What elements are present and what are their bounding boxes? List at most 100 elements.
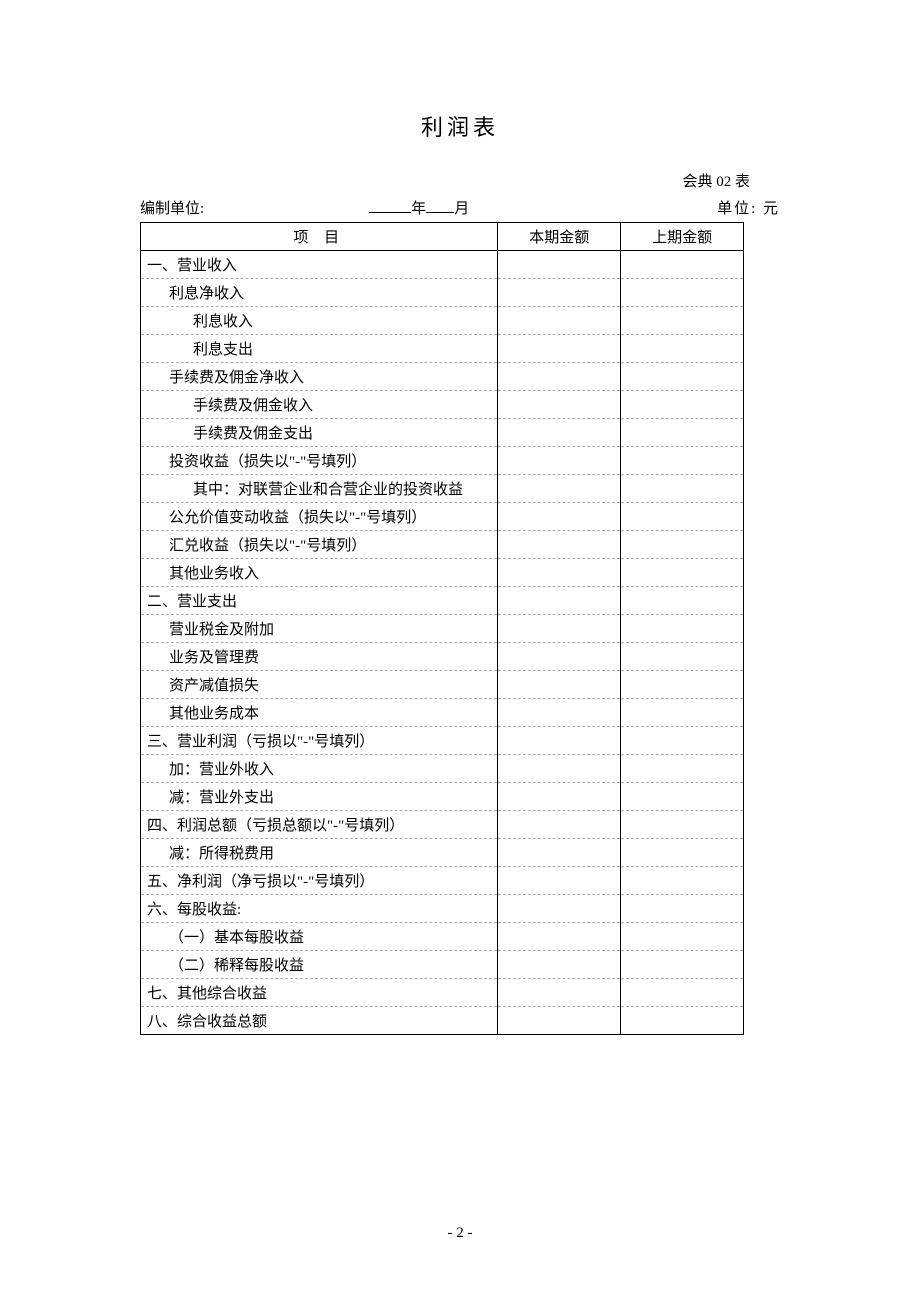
prior-amount-cell [621,839,744,867]
table-row: 其他业务收入 [141,559,744,587]
current-amount-cell [498,391,621,419]
item-cell: 利息净收入 [141,279,498,307]
item-cell: 投资收益（损失以"-"号填列） [141,447,498,475]
header-line: 编制单位: 年月 单位: 元 [140,197,780,218]
table-row: （二）稀释每股收益 [141,951,744,979]
prior-amount-cell [621,979,744,1007]
table-row: 汇兑收益（损失以"-"号填列） [141,531,744,559]
item-cell: 四、利润总额（亏损总额以"-"号填列） [141,811,498,839]
item-cell: 五、净利润（净亏损以"-"号填列） [141,867,498,895]
prior-amount-cell [621,363,744,391]
prior-amount-cell [621,1007,744,1035]
prior-amount-cell [621,279,744,307]
org-label: 编制单位: [140,197,204,218]
prior-amount-cell [621,783,744,811]
item-cell: 资产减值损失 [141,671,498,699]
item-cell: 手续费及佣金收入 [141,391,498,419]
item-cell: 其他业务成本 [141,699,498,727]
current-amount-cell [498,867,621,895]
item-cell: 三、营业利润（亏损以"-"号填列） [141,727,498,755]
prior-amount-cell [621,671,744,699]
page-number: - 2 - [0,1225,920,1242]
item-cell: 减：营业外支出 [141,783,498,811]
current-amount-cell [498,279,621,307]
table-row: 利息支出 [141,335,744,363]
table-row: 二、营业支出 [141,587,744,615]
current-amount-cell [498,503,621,531]
page-title: 利润表 [140,110,780,142]
item-cell: 加：营业外收入 [141,755,498,783]
current-amount-cell [498,699,621,727]
current-amount-cell [498,251,621,279]
current-amount-cell [498,419,621,447]
prior-amount-cell [621,923,744,951]
item-cell: 手续费及佣金支出 [141,419,498,447]
prior-amount-cell [621,531,744,559]
prior-amount-cell [621,643,744,671]
table-header-row: 项 目 本期金额 上期金额 [141,223,744,251]
table-row: 八、综合收益总额 [141,1007,744,1035]
prior-amount-cell [621,419,744,447]
item-cell: （二）稀释每股收益 [141,951,498,979]
current-amount-cell [498,951,621,979]
table-row: 利息收入 [141,307,744,335]
current-amount-cell [498,923,621,951]
current-amount-cell [498,335,621,363]
table-row: 手续费及佣金净收入 [141,363,744,391]
prior-amount-cell [621,895,744,923]
table-row: 六、每股收益: [141,895,744,923]
table-row: 投资收益（损失以"-"号填列） [141,447,744,475]
item-cell: 八、综合收益总额 [141,1007,498,1035]
table-row: 其中：对联营企业和合营企业的投资收益 [141,475,744,503]
current-amount-cell [498,783,621,811]
prior-amount-cell [621,867,744,895]
prior-amount-cell [621,811,744,839]
table-row: 资产减值损失 [141,671,744,699]
prior-amount-cell [621,755,744,783]
prior-amount-cell [621,335,744,363]
item-cell: 七、其他综合收益 [141,979,498,1007]
current-amount-cell [498,1007,621,1035]
table-row: 营业税金及附加 [141,615,744,643]
table-row: 公允价值变动收益（损失以"-"号填列） [141,503,744,531]
table-row: 减：所得税费用 [141,839,744,867]
table-row: 四、利润总额（亏损总额以"-"号填列） [141,811,744,839]
current-amount-cell [498,671,621,699]
current-amount-cell [498,559,621,587]
current-amount-cell [498,755,621,783]
table-row: 三、营业利润（亏损以"-"号填列） [141,727,744,755]
prior-amount-cell [621,251,744,279]
prior-amount-cell [621,307,744,335]
prior-amount-cell [621,391,744,419]
table-row: 七、其他综合收益 [141,979,744,1007]
table-row: 其他业务成本 [141,699,744,727]
current-amount-cell [498,475,621,503]
table-row: （一）基本每股收益 [141,923,744,951]
item-cell: 一、营业收入 [141,251,498,279]
col-prior-header: 上期金额 [621,223,744,251]
prior-amount-cell [621,699,744,727]
prior-amount-cell [621,559,744,587]
month-blank [426,198,454,213]
current-amount-cell [498,811,621,839]
item-cell: 二、营业支出 [141,587,498,615]
income-statement-table: 项 目 本期金额 上期金额 一、营业收入利息净收入利息收入利息支出手续费及佣金净… [140,222,744,1035]
prior-amount-cell [621,503,744,531]
item-cell: 业务及管理费 [141,643,498,671]
item-cell: 其他业务收入 [141,559,498,587]
current-amount-cell [498,643,621,671]
current-amount-cell [498,363,621,391]
form-code: 会典 02 表 [140,170,780,191]
item-cell: 利息收入 [141,307,498,335]
prior-amount-cell [621,447,744,475]
item-cell: 手续费及佣金净收入 [141,363,498,391]
item-cell: 利息支出 [141,335,498,363]
current-amount-cell [498,979,621,1007]
item-cell: 六、每股收益: [141,895,498,923]
item-cell: （一）基本每股收益 [141,923,498,951]
table-row: 加：营业外收入 [141,755,744,783]
current-amount-cell [498,727,621,755]
prior-amount-cell [621,951,744,979]
prior-amount-cell [621,727,744,755]
item-cell: 其中：对联营企业和合营企业的投资收益 [141,475,498,503]
